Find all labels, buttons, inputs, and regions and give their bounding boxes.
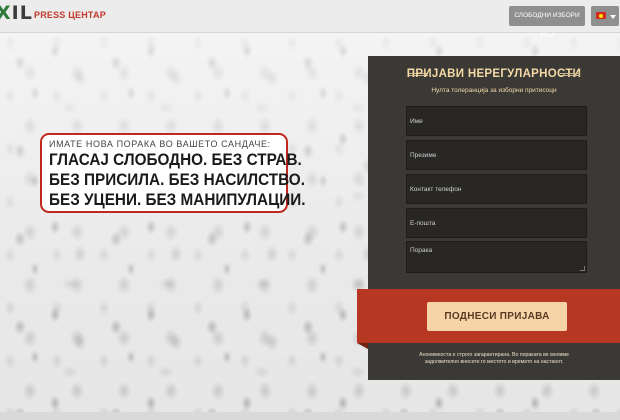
form-subtitle: Нулта толеранција за изборни притисоци [431, 87, 557, 94]
message-line: ГЛАСАЈ СЛОБОДНО. БЕЗ СТРАВ. [49, 150, 302, 169]
message-textarea[interactable]: Порака [406, 241, 587, 273]
last-name-input[interactable]: Презиме [406, 140, 587, 170]
press-center-link[interactable]: PRESS ЦЕНТАР [34, 10, 106, 20]
anonymity-note: Анонимноста е строго загарантирана. Во п… [368, 352, 620, 366]
message-placeholder: Порака [410, 247, 433, 254]
logo-accent-letter: X [0, 2, 12, 24]
message-line: БЕЗ УЦЕНИ. БЕЗ МАНИПУЛАЦИИ. [49, 190, 306, 209]
free-elections-button[interactable]: СЛОБОДНИ ИЗБОРИ 2014 [509, 6, 585, 39]
form-title: ПРИЈАВИ НЕРЕГУЛАРНОСТИ [406, 68, 582, 80]
note-line: Анонимноста е строго загарантирана. Во п… [419, 352, 569, 358]
title-rule-right [560, 73, 580, 76]
message-intro: ИМАТЕ НОВА ПОРАКА ВО ВАШЕТО САНДАЧЕ: [49, 139, 271, 149]
email-input[interactable]: Е-пошта [406, 208, 587, 238]
first-name-input[interactable]: Име [406, 106, 587, 136]
resize-handle-icon[interactable] [580, 266, 585, 271]
bottom-strip [0, 412, 620, 420]
logo-text: XIL [0, 2, 33, 24]
note-line: задолжително внесете го местото и времет… [424, 359, 564, 365]
language-selector[interactable] [591, 6, 619, 26]
phone-input[interactable]: Контакт телефон [406, 174, 587, 204]
message-card: ИМАТЕ НОВА ПОРАКА ВО ВАШЕТО САНДАЧЕ: ГЛА… [40, 133, 306, 213]
chevron-down-icon [610, 14, 616, 19]
flag-icon [596, 12, 606, 19]
message-line: БЕЗ ПРИСИЛА. БЕЗ НАСИЛСТВО. [49, 170, 305, 189]
ribbon-fold [357, 343, 368, 349]
top-bar: XIL PRESS ЦЕНТАР СЛОБОДНИ ИЗБОРИ 2014 [0, 0, 620, 39]
submit-report-button[interactable]: ПОДНЕСИ ПРИЈАВА [427, 302, 567, 331]
site-logo[interactable]: XIL [0, 2, 33, 24]
